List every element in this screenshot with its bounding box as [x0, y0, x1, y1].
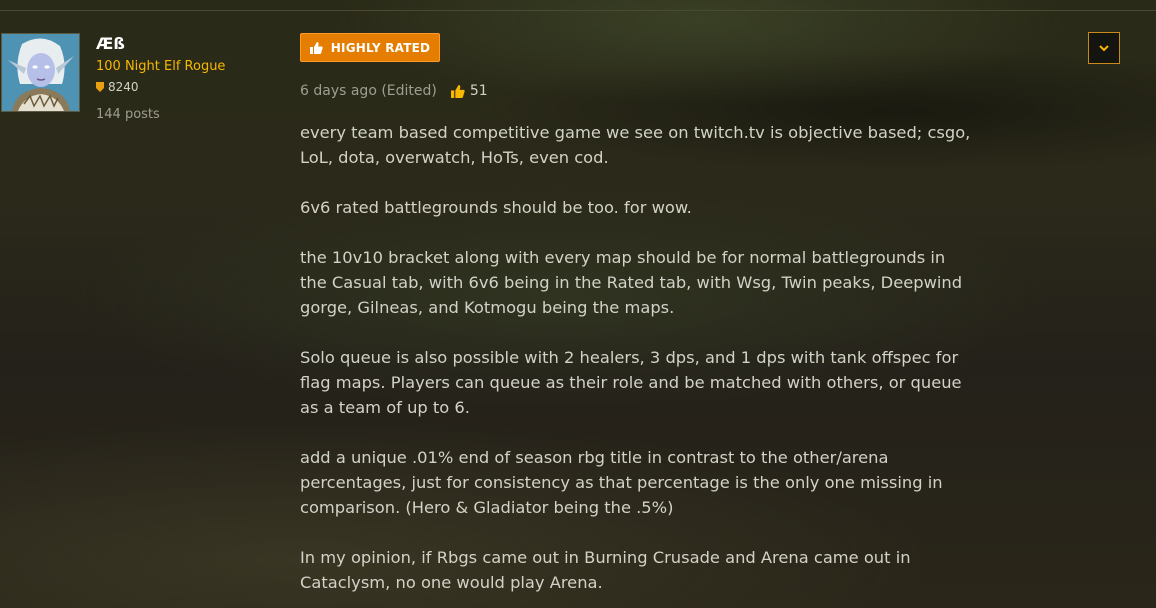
highly-rated-badge: HIGHLY RATED: [300, 33, 440, 62]
avatar[interactable]: [1, 33, 80, 112]
like-count-value: 51: [469, 83, 488, 99]
post-paragraph: In my opinion, if Rbgs came out in Burni…: [300, 548, 911, 592]
post-paragraph: Solo queue is also possible with 2 heale…: [300, 348, 962, 417]
post-count: 144 posts: [96, 107, 160, 122]
post-paragraph: 6v6 rated battlegrounds should be too. f…: [300, 198, 692, 217]
post-timestamp[interactable]: 6 days ago (Edited): [300, 83, 437, 99]
shield-icon: [96, 82, 104, 92]
post-paragraph: every team based competitive game we see…: [300, 123, 971, 167]
achievement-points: 8240: [96, 80, 139, 94]
thumbs-up-icon: [309, 41, 323, 54]
post-paragraph: the 10v10 bracket along with every map s…: [300, 248, 963, 317]
post-meta: 6 days ago (Edited) 51: [300, 83, 488, 99]
badge-label: HIGHLY RATED: [330, 40, 431, 55]
character-info[interactable]: 100 Night Elf Rogue: [96, 59, 225, 74]
top-divider: [0, 10, 1156, 11]
achievement-points-value: 8240: [108, 80, 139, 94]
chevron-down-icon: [1099, 44, 1109, 51]
post-paragraph: add a unique .01% end of season rbg titl…: [300, 448, 943, 517]
post-menu-button[interactable]: [1088, 32, 1120, 64]
username[interactable]: Æß: [96, 34, 125, 53]
like-count[interactable]: 51: [450, 83, 488, 99]
post-body: every team based competitive game we see…: [300, 120, 1020, 608]
like-icon: [450, 84, 465, 98]
night-elf-avatar-icon: [2, 34, 79, 111]
